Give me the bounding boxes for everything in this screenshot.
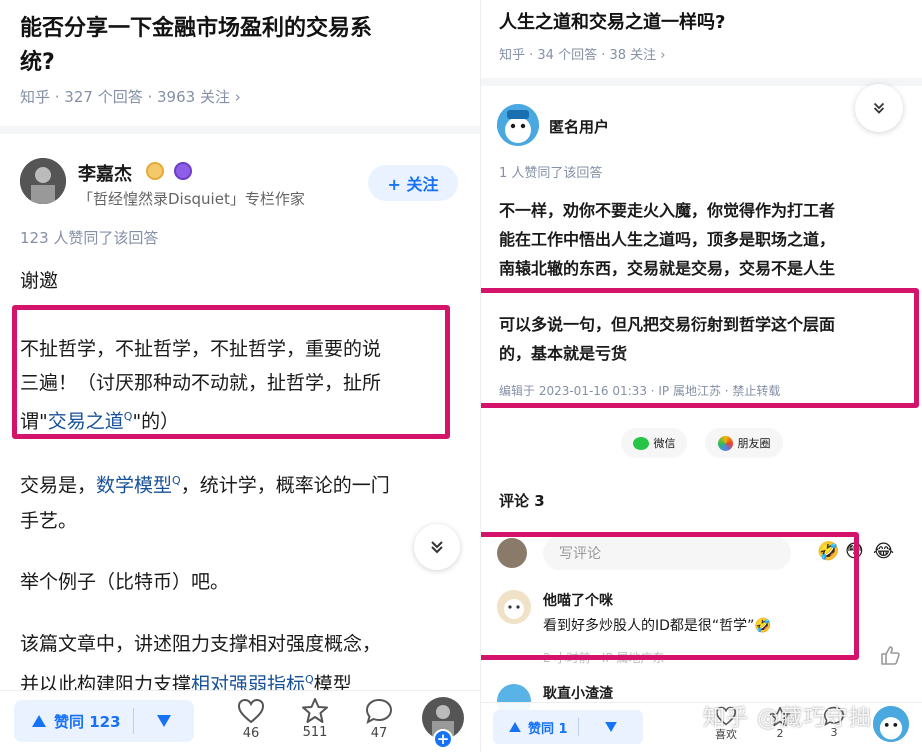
thumbs-up-icon[interactable] (879, 644, 901, 666)
downvote-button[interactable] (579, 710, 643, 744)
triangle-up-icon (32, 715, 46, 727)
downvote-button[interactable] (134, 700, 194, 742)
author-bio: 「哲经惶然录Disquiet」专栏作家 (78, 190, 305, 208)
triangle-up-icon (509, 722, 521, 732)
double-chevron-down-icon (431, 541, 443, 554)
answer-paragraph: 举个例子（比特币）吧。 (20, 571, 230, 593)
search-icon: Q (305, 673, 314, 686)
highlight-box (12, 305, 450, 439)
moments-icon (717, 435, 733, 451)
like-button[interactable]: 46 (234, 698, 268, 741)
purple-badge-icon (174, 162, 192, 180)
answer-paragraph: 谢邀 (20, 270, 59, 292)
anonymous-avatar-small[interactable] (873, 706, 909, 742)
search-icon: Q (172, 474, 181, 487)
collapse-button[interactable] (855, 84, 903, 132)
vote-pill: 赞同 1 (493, 710, 643, 744)
triangle-down-icon (604, 722, 617, 732)
star-icon (302, 698, 328, 723)
section-divider (481, 78, 922, 86)
upvote-summary: 1 人赞同了该回答 (499, 166, 603, 181)
answer-body: 不一样，劝你不要走火入魔，你觉得作为打工者 能在工作中悟出人生之道吗，顶多是职场… (499, 196, 919, 283)
like-count: 46 (242, 726, 260, 741)
double-chevron-down-icon (873, 102, 885, 114)
favorite-button[interactable]: 511 (298, 697, 332, 740)
right-answer-panel: 人生之道和交易之道一样吗? 知乎 · 34 个回答 · 38 关注 › 匿名用户… (480, 0, 922, 752)
text-line: 该篇文章中，讲述阻力支撑相对强度概念， (20, 633, 382, 655)
question-meta[interactable]: 知乎 · 327 个回答 · 3963 关注 › (20, 86, 241, 107)
share-wechat-button[interactable]: 微信 (621, 428, 687, 458)
author-name[interactable]: 李嘉杰 (78, 160, 132, 186)
text-line: 南辕北辙的东西，交易就是交易，交易不是人生 (499, 259, 836, 278)
upvote-button[interactable]: 赞同 123 (14, 700, 133, 742)
question-title-line: 统? (20, 50, 55, 75)
question-meta[interactable]: 知乎 · 34 个回答 · 38 关注 › (499, 44, 665, 63)
upvote-label: 赞同 123 (54, 712, 121, 731)
comment-icon (365, 698, 393, 724)
text-line: 不一样，劝你不要走火入魔，你觉得作为打工者 (499, 201, 836, 220)
share-label: 朋友圈 (737, 437, 771, 450)
highlight-box (481, 288, 919, 408)
collapse-button[interactable] (414, 524, 460, 570)
follow-plus-badge[interactable]: + (433, 729, 453, 749)
share-label: 微信 (653, 437, 676, 450)
left-answer-panel: 能否分享一下金融市场盈利的交易系 统? 知乎 · 327 个回答 · 3963 … (0, 0, 480, 752)
gold-badge-icon (146, 162, 164, 180)
anonymous-mascot-icon (497, 104, 539, 146)
author-avatar[interactable] (20, 158, 66, 204)
triangle-down-icon (156, 715, 171, 727)
question-title[interactable]: 人生之道和交易之道一样吗? (499, 8, 725, 34)
comments-header: 评论 3 (499, 492, 545, 510)
anonymous-mascot-icon (873, 706, 909, 742)
heart-icon (237, 698, 265, 724)
text-line: 交易是，数学模型Q，统计学，概率论的一门 (20, 463, 460, 503)
section-divider (0, 126, 480, 134)
wechat-icon (632, 436, 649, 450)
watermark: 知乎 @藏巧守拙 (703, 706, 872, 731)
anonymous-avatar (497, 104, 539, 146)
question-title-line: 能否分享一下金融市场盈利的交易系 (20, 16, 373, 41)
share-moments-button[interactable]: 朋友圈 (705, 428, 783, 458)
answer-paragraph: 交易是，数学模型Q，统计学，概率论的一门 手艺。 (20, 463, 460, 539)
text-fragment: ，统计学，概率论的一门 (180, 474, 390, 497)
upvote-label: 赞同 1 (528, 721, 568, 737)
person-photo-icon (20, 158, 66, 204)
highlight-box (481, 532, 859, 660)
upvote-summary: 123 人赞同了该回答 (20, 229, 159, 247)
commenter-name[interactable]: 耿直小渣渣 (543, 683, 613, 703)
question-title[interactable]: 能否分享一下金融市场盈利的交易系 统? (20, 12, 460, 80)
upvote-button[interactable]: 赞同 1 (493, 710, 578, 744)
text-line: 手艺。 (20, 510, 78, 533)
author-name: 匿名用户 (549, 118, 610, 136)
text-line: 能在工作中悟出人生之道吗，顶多是职场之道， (499, 230, 836, 249)
comment-button[interactable]: 47 (362, 698, 396, 741)
follow-button[interactable]: + 关注 (368, 165, 458, 201)
text-fragment: 交易是， (20, 474, 97, 497)
emoji-button[interactable]: 😂 (873, 541, 894, 562)
comment-count: 47 (370, 726, 388, 741)
favorite-count: 511 (302, 725, 328, 740)
keyword-link[interactable]: 数学模型 (96, 474, 172, 496)
vote-pill: 赞同 123 (14, 700, 194, 742)
